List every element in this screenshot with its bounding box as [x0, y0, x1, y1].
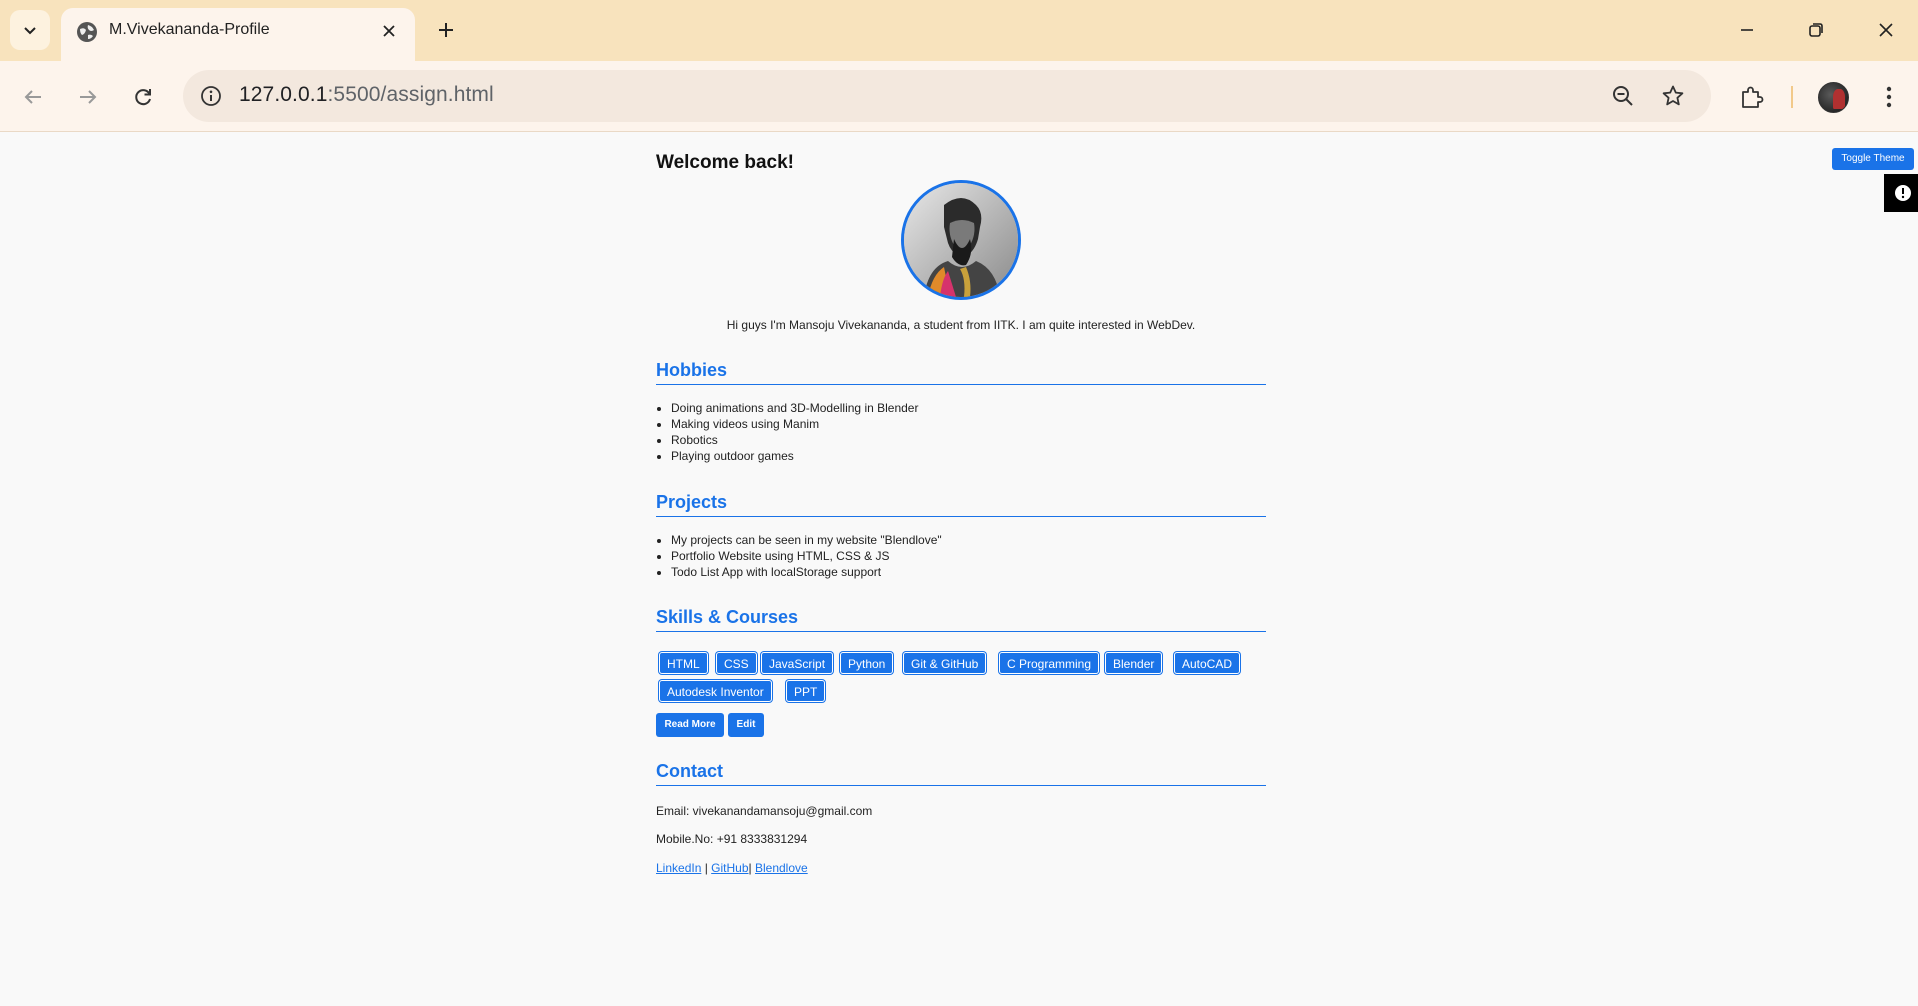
read-more-button[interactable]: Read More	[656, 713, 724, 737]
intro-text: Hi guys I'm Mansoju Vivekananda, a stude…	[726, 318, 1196, 332]
chevron-down-icon	[24, 27, 36, 35]
mobile-text: Mobile.No: +91 8333831294	[656, 832, 808, 846]
profile-avatar[interactable]	[1818, 82, 1849, 113]
zoom-out-icon	[1613, 86, 1633, 106]
skill-tag: Autodesk Inventor	[659, 680, 772, 702]
extensions-button[interactable]	[1732, 77, 1772, 117]
skill-tag: HTML	[659, 652, 708, 674]
site-info-button[interactable]	[195, 80, 227, 112]
blendlove-link[interactable]: Blendlove	[755, 861, 808, 875]
welcome-heading: Welcome back!	[656, 152, 794, 173]
skill-tag: CSS	[716, 652, 757, 674]
arrow-right-icon	[80, 90, 97, 104]
minimize-icon	[1741, 29, 1753, 31]
list-item: Doing animations and 3D-Modelling in Ble…	[671, 400, 918, 416]
plus-icon	[439, 23, 453, 37]
list-item: Playing outdoor games	[671, 448, 918, 464]
reload-icon	[135, 89, 151, 106]
skill-tag: C Programming	[999, 652, 1100, 674]
hobbies-heading: Hobbies	[656, 360, 728, 380]
skill-tag: Python	[840, 652, 894, 674]
profile-photo	[901, 180, 1021, 300]
toolbar-divider	[1791, 86, 1793, 108]
link-separator: |	[701, 861, 712, 875]
url-path: :5500/assign.html	[327, 83, 494, 106]
close-window-button[interactable]	[1868, 12, 1904, 48]
zoom-button[interactable]	[1607, 80, 1639, 112]
globe-icon	[77, 22, 97, 42]
minimize-button[interactable]	[1729, 12, 1765, 48]
skill-tag: Git & GitHub	[903, 652, 987, 674]
skills-heading: Skills & Courses	[656, 607, 799, 627]
list-item: My projects can be seen in my website "B…	[671, 532, 942, 548]
tab-title: M.Vivekananda-Profile	[109, 21, 270, 38]
skills-divider	[656, 631, 1266, 632]
skill-tag: JavaScript	[761, 652, 834, 674]
chat-icon	[1895, 185, 1911, 201]
list-item: Robotics	[671, 432, 918, 448]
bookmark-button[interactable]	[1657, 80, 1689, 112]
active-tab[interactable]: M.Vivekananda-Profile	[61, 8, 415, 61]
address-bar[interactable]: 127.0.0.1:5500/assign.html	[183, 70, 1711, 122]
toggle-theme-button[interactable]: Toggle Theme	[1832, 148, 1914, 170]
close-tab-button[interactable]	[375, 17, 403, 45]
close-icon	[1879, 23, 1893, 37]
url-text[interactable]: 127.0.0.1:5500/assign.html	[239, 83, 494, 107]
portrait-image	[904, 183, 1018, 297]
tab-search-button[interactable]	[10, 10, 50, 50]
contact-divider	[656, 785, 1266, 786]
info-icon	[201, 86, 221, 106]
arrow-left-icon	[24, 90, 41, 104]
puzzle-icon	[1742, 86, 1764, 108]
restore-icon	[1809, 23, 1823, 37]
close-icon	[383, 25, 395, 37]
github-link[interactable]: GitHub	[711, 861, 748, 875]
forward-button[interactable]	[68, 77, 108, 117]
page-viewport: Toggle Theme Welcome back! Hi guys I'm M…	[0, 133, 1918, 1006]
contact-heading: Contact	[656, 761, 723, 781]
list-item: Todo List App with localStorage support	[671, 564, 942, 580]
reload-button[interactable]	[123, 77, 163, 117]
skill-tag: Blender	[1105, 652, 1163, 674]
linkedin-link[interactable]: LinkedIn	[656, 861, 701, 875]
edit-button[interactable]: Edit	[728, 713, 764, 737]
tab-strip: M.Vivekananda-Profile	[0, 0, 1918, 61]
more-vertical-icon	[1886, 86, 1892, 108]
projects-divider	[656, 516, 1266, 517]
skill-tag: PPT	[786, 680, 826, 702]
restore-button[interactable]	[1798, 12, 1834, 48]
projects-heading: Projects	[656, 492, 728, 512]
projects-list: My projects can be seen in my website "B…	[671, 532, 942, 580]
email-text: Email: vivekanandamansoju@gmail.com	[656, 804, 873, 818]
social-links: LinkedIn | GitHub| Blendlove	[656, 861, 808, 875]
list-item: Portfolio Website using HTML, CSS & JS	[671, 548, 942, 564]
list-item: Making videos using Manim	[671, 416, 918, 432]
browser-toolbar: 127.0.0.1:5500/assign.html	[0, 61, 1918, 132]
back-button[interactable]	[13, 77, 53, 117]
url-host: 127.0.0.1	[239, 83, 328, 106]
side-widget[interactable]	[1884, 174, 1918, 212]
skill-tag: AutoCAD	[1174, 652, 1241, 674]
menu-button[interactable]	[1869, 77, 1909, 117]
new-tab-button[interactable]	[430, 14, 462, 46]
hobbies-divider	[656, 384, 1266, 385]
star-icon	[1662, 85, 1684, 106]
hobbies-list: Doing animations and 3D-Modelling in Ble…	[671, 400, 918, 464]
